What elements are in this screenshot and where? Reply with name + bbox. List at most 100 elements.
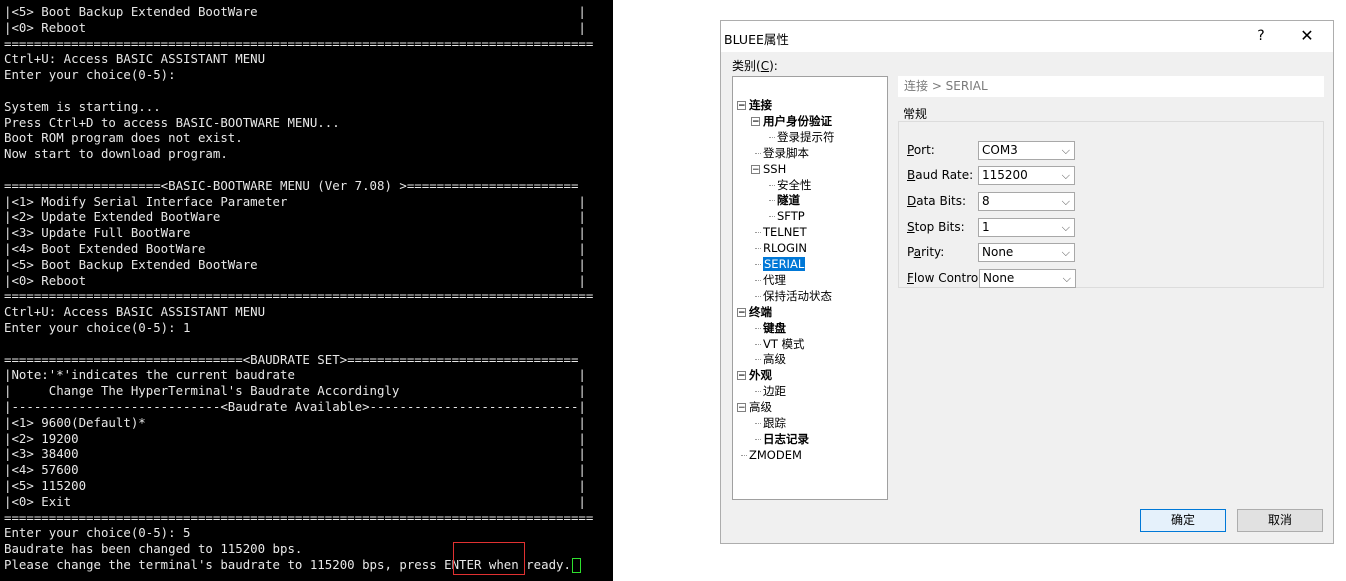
collapse-icon[interactable]: − — [737, 307, 746, 317]
tree-connector — [755, 279, 761, 281]
tree-item[interactable]: 隧道 — [769, 192, 800, 208]
field-combobox[interactable]: COM3 ⌵ — [978, 141, 1075, 160]
terminal-line: Ctrl+U: Access BASIC ASSISTANT MENU — [4, 304, 266, 320]
tree-item[interactable]: ZMODEM — [741, 447, 802, 463]
tree-item-label: 登录脚本 — [763, 145, 809, 160]
tree-connector — [755, 264, 761, 265]
terminal-line: | Change The HyperTerminal's Baudrate Ac… — [4, 383, 586, 399]
tree-item-label: 代理 — [763, 272, 786, 287]
breadcrumb: 连接 > SERIAL — [898, 76, 1324, 97]
tree-item[interactable]: − 外观 — [737, 367, 772, 383]
field-combobox[interactable]: 1 ⌵ — [978, 218, 1075, 237]
tree-item-label: VT 模式 — [763, 336, 805, 351]
chevron-down-icon[interactable]: ⌵ — [1062, 193, 1070, 210]
tree-item[interactable]: 登录脚本 — [755, 145, 809, 161]
terminal-window[interactable]: |<5> Boot Backup Extended BootWare | |<0>… — [0, 0, 613, 581]
field-combobox[interactable]: 115200 ⌵ — [978, 166, 1075, 185]
tree-connector — [755, 423, 761, 424]
tree-item[interactable]: 代理 — [755, 272, 786, 288]
tree-item[interactable]: 登录提示符 — [769, 129, 835, 145]
tree-item[interactable]: − 连接 — [737, 97, 772, 113]
terminal-line: |<5> 115200 | — [4, 477, 586, 493]
title-bar: BLUEE属性 ? ✕ — [721, 21, 1333, 52]
terminal-line: =====================<BASIC-BOOTWARE MEN… — [4, 177, 579, 193]
collapse-icon[interactable]: − — [737, 371, 746, 381]
collapse-icon[interactable]: − — [751, 164, 760, 174]
tree-item[interactable]: 日志记录 — [755, 431, 809, 447]
tree-item-label: 保持活动状态 — [763, 288, 832, 303]
tree-item[interactable]: 保持活动状态 — [755, 288, 832, 304]
terminal-line: |<5> Boot Backup Extended BootWare | — [4, 4, 586, 19]
tree-item[interactable]: 边距 — [755, 383, 786, 399]
tree-item[interactable]: 键盘 — [755, 320, 786, 336]
properties-dialog: BLUEE属性 ? ✕ 类别(C): − 连接 − 用户身份验证 登录提示符 登录脚本 − S… — [720, 20, 1334, 544]
chevron-down-icon[interactable]: ⌵ — [1062, 167, 1070, 184]
terminal-line: |<0> Reboot | — [4, 272, 586, 288]
field-combobox[interactable]: None ⌵ — [978, 243, 1075, 262]
tree-connector — [769, 216, 775, 218]
terminal-line: |Note:'*'indicates the current baudrate … — [4, 367, 586, 383]
tree-item-label: 高级 — [763, 352, 786, 367]
combobox-value: None — [983, 271, 1015, 285]
tree-item-label: ZMODEM — [749, 447, 802, 462]
tree-connector — [741, 454, 747, 456]
cancel-button[interactable]: 取消 — [1237, 509, 1323, 532]
tree-item[interactable]: 跟踪 — [755, 415, 786, 431]
chevron-down-icon[interactable]: ⌵ — [1063, 270, 1071, 287]
ok-button[interactable]: 确定 — [1140, 509, 1226, 532]
field-combobox[interactable]: 8 ⌵ — [978, 192, 1075, 211]
tree-item[interactable]: − 用户身份验证 — [751, 113, 832, 129]
tree-item-label: SERIAL — [763, 257, 806, 271]
tree-item-label: TELNET — [763, 225, 807, 240]
close-button[interactable]: ✕ — [1293, 25, 1321, 47]
tree-item-label: 安全性 — [777, 177, 812, 192]
terminal-line: |<3> 38400 | — [4, 446, 586, 462]
tree-item[interactable]: SERIAL — [755, 256, 806, 272]
terminal-line: |----------------------------<Baudrate A… — [4, 398, 586, 414]
group-title: 常规 — [903, 107, 928, 121]
tree-connector — [769, 200, 775, 202]
tree-connector — [755, 438, 761, 440]
terminal-line: ================================<BAUDRAT… — [4, 351, 579, 367]
chevron-down-icon[interactable]: ⌵ — [1062, 219, 1070, 236]
collapse-icon[interactable]: − — [751, 116, 760, 126]
tree-item-label: 隧道 — [777, 193, 800, 208]
chevron-down-icon[interactable]: ⌵ — [1062, 142, 1070, 159]
tree-item-label: 高级 — [749, 400, 772, 415]
tree-item[interactable]: 高级 — [755, 351, 786, 367]
tree-item[interactable]: 安全性 — [769, 177, 812, 193]
tree-item[interactable]: VT 模式 — [755, 336, 805, 352]
field-label: Flow Control: — [907, 271, 986, 285]
tree-item-label: SFTP — [777, 209, 805, 224]
collapse-icon[interactable]: − — [737, 101, 746, 111]
tree-item[interactable]: SFTP — [769, 208, 805, 224]
terminal-line: Enter your choice(0-5): 5 — [4, 525, 191, 541]
tree-item[interactable]: − 高级 — [737, 399, 772, 415]
terminal-line: |<0> Exit | — [4, 493, 586, 509]
tree-item[interactable]: TELNET — [755, 224, 807, 240]
chevron-down-icon[interactable]: ⌵ — [1062, 244, 1070, 261]
field-label: Stop Bits: — [907, 220, 965, 234]
tree-item[interactable]: − 终端 — [737, 304, 772, 320]
tree-item-label: 跟踪 — [763, 416, 786, 430]
tree-item[interactable]: − SSH — [751, 161, 786, 177]
terminal-cursor — [571, 557, 581, 573]
combobox-value: 8 — [982, 194, 990, 208]
terminal-line: System is starting... — [4, 98, 161, 114]
terminal-line: Enter your choice(0-5): — [4, 67, 176, 83]
field-label: Data Bits: — [907, 194, 967, 208]
enter-highlight-box — [453, 542, 525, 575]
terminal-line: ========================================… — [4, 35, 594, 51]
tree-item-label: 用户身份验证 — [763, 113, 832, 128]
terminal-line: |<4> Boot Extended BootWare | — [4, 240, 586, 256]
tree-connector — [755, 152, 761, 154]
collapse-icon[interactable]: − — [737, 403, 746, 413]
category-tree[interactable]: − 连接 − 用户身份验证 登录提示符 登录脚本 − SSH 安全性 隧道 SFTP TELNET RL… — [732, 76, 888, 500]
terminal-line: Press Ctrl+D to access BASIC-BOOTWARE ME… — [4, 114, 340, 130]
tree-item[interactable]: RLOGIN — [755, 240, 807, 256]
terminal-line: |<2> Update Extended BootWare | — [4, 209, 586, 225]
field-combobox[interactable]: None ⌵ — [979, 269, 1076, 288]
tree-connector — [755, 359, 761, 361]
terminal-line: Boot ROM program does not exist. — [4, 130, 243, 146]
help-button[interactable]: ? — [1247, 25, 1275, 47]
